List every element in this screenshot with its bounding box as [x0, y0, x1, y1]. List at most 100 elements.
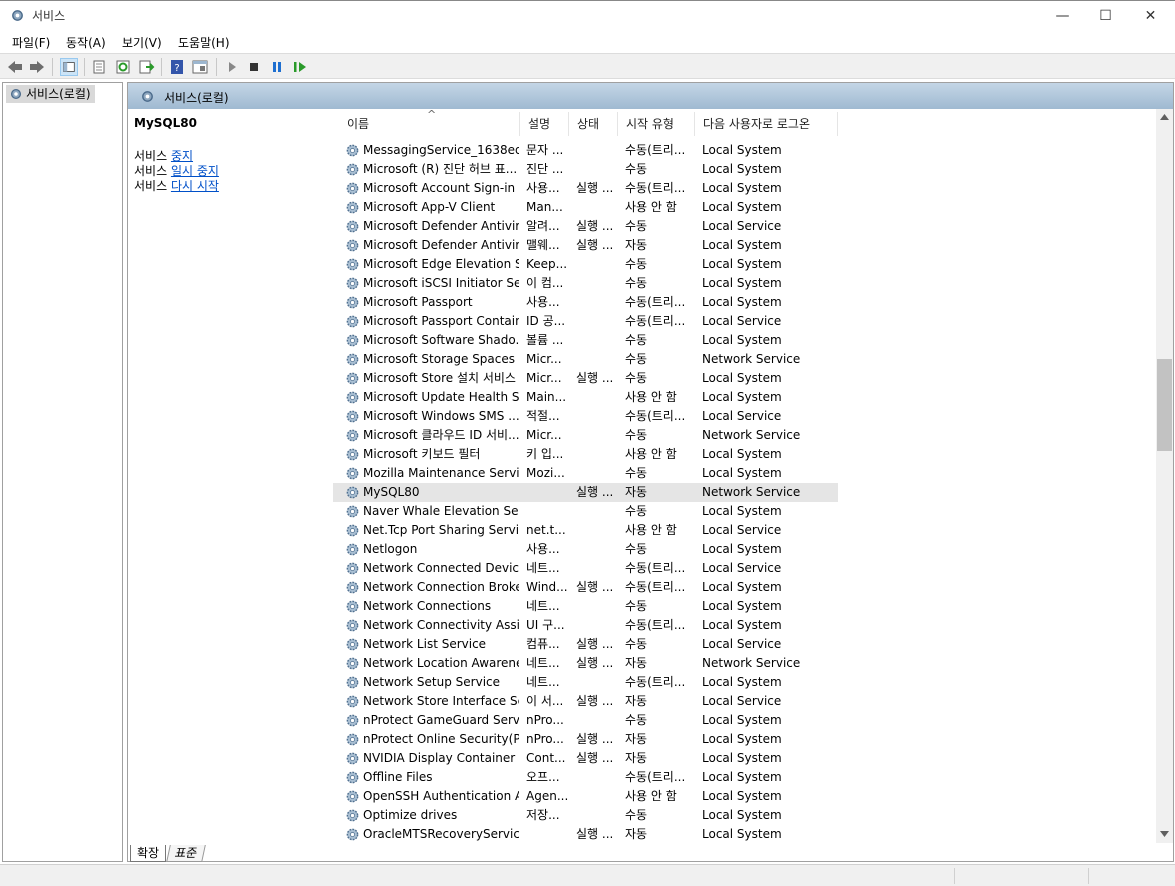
show-hide-console-tree-icon[interactable]: [60, 58, 78, 76]
table-row[interactable]: OpenSSH Authentication A... Agen... 사용 안 함…: [333, 787, 838, 806]
cell-log-on-as: Local System: [702, 770, 782, 784]
table-row[interactable]: Network Connection Broker Wind... 실행 ... 수동…: [333, 578, 838, 597]
table-row[interactable]: Microsoft Update Health S... Main... 사용 안 …: [333, 388, 838, 407]
table-row[interactable]: Network Location Awareness 네트... 실행 ... 자동 N…: [333, 654, 838, 673]
cell-startup-type: 자동: [625, 656, 648, 670]
service-gear-icon: [346, 315, 359, 328]
table-row[interactable]: Network Connected Device... 네트... 수동(트리...…: [333, 559, 838, 578]
table-row[interactable]: Microsoft Passport 사용... 수동(트리... Local Sys…: [333, 293, 838, 312]
column-header-name[interactable]: 이름 ^: [339, 109, 520, 136]
table-row[interactable]: Optimize drives 저장... 수동 Local System: [333, 806, 838, 825]
table-row[interactable]: Microsoft Account Sign-in ... 사용... 실행 ...…: [333, 179, 838, 198]
table-row[interactable]: Network Store Interface Se... 이 서... 실행 ..…: [333, 692, 838, 711]
table-row[interactable]: MySQL80 실행 ... 자동 Network Service: [333, 483, 838, 502]
restart-service-icon[interactable]: [291, 58, 309, 76]
cell-name: MySQL80: [363, 485, 420, 499]
cell-name: Microsoft Defender Antivir...: [363, 219, 519, 233]
cell-startup-type: 자동: [625, 238, 648, 252]
stop-service-icon[interactable]: [245, 58, 263, 76]
restart-link[interactable]: 다시 시작: [171, 179, 219, 193]
table-row[interactable]: Net.Tcp Port Sharing Service net.t... 사용 안…: [333, 521, 838, 540]
column-header-label: 이름: [347, 117, 370, 131]
cell-log-on-as: Local System: [702, 580, 782, 594]
cell-log-on-as: Local System: [702, 713, 782, 727]
cell-log-on-as: Network Service: [702, 352, 801, 366]
cell-name: Naver Whale Elevation Serv...: [363, 504, 519, 518]
table-row[interactable]: Microsoft Store 설치 서비스 Micr... 실행 ... 수동 Loc…: [333, 369, 838, 388]
table-row[interactable]: nProtect GameGuard Service nPro... 수동 Local…: [333, 711, 838, 730]
status-bar-separator: [954, 868, 955, 884]
table-row[interactable]: nProtect Online Security(P... nPro... 실행 .…: [333, 730, 838, 749]
menu-help[interactable]: 도움말(H): [178, 34, 230, 51]
cell-name: Optimize drives: [363, 808, 458, 822]
table-row[interactable]: Microsoft 클라우드 ID 서비... Micr... 수동 Network …: [333, 426, 838, 445]
cell-name: Network Connectivity Assis...: [363, 618, 519, 632]
scroll-up-arrow-icon[interactable]: [1160, 114, 1169, 120]
column-header-startup-type[interactable]: 시작 유형: [618, 112, 695, 136]
refresh-icon[interactable]: [114, 58, 132, 76]
cell-startup-type: 사용 안 함: [625, 447, 677, 461]
table-row[interactable]: MessagingService_1638eddf 문자 ... 수동(트리... L…: [333, 141, 838, 160]
service-gear-icon: [346, 201, 359, 214]
column-header-status[interactable]: 상태: [569, 112, 618, 136]
table-row[interactable]: Microsoft Passport Container ID 공... 수동(트리…: [333, 312, 838, 331]
tab-standard[interactable]: 표준: [166, 845, 206, 862]
cell-startup-type: 자동: [625, 694, 648, 708]
table-row[interactable]: Microsoft Edge Elevation S... Keep... 수동 Lo…: [333, 255, 838, 274]
forward-arrow-icon[interactable]: [28, 58, 46, 76]
table-row[interactable]: Microsoft Software Shado... 볼륨 ... 수동 Local…: [333, 331, 838, 350]
cell-log-on-as: Local System: [702, 618, 782, 632]
scroll-down-arrow-icon[interactable]: [1160, 831, 1169, 837]
cell-name: MessagingService_1638eddf: [363, 143, 519, 157]
detail-prefix: 서비스: [134, 179, 171, 193]
stop-link[interactable]: 중지: [171, 149, 193, 163]
table-row[interactable]: Network Setup Service 네트... 수동(트리... Local …: [333, 673, 838, 692]
table-row[interactable]: Network Connections 네트... 수동 Local System: [333, 597, 838, 616]
pause-link[interactable]: 일시 중지: [171, 164, 219, 178]
vertical-scrollbar[interactable]: [1156, 109, 1173, 843]
cell-log-on-as: Local System: [702, 143, 782, 157]
table-row[interactable]: Network List Service 컴퓨... 실행 ... 수동 Local S…: [333, 635, 838, 654]
menu-action[interactable]: 동작(A): [66, 34, 106, 51]
table-row[interactable]: Microsoft iSCSI Initiator Se... 이 컴... 수동 L…: [333, 274, 838, 293]
help-icon[interactable]: ?: [168, 58, 186, 76]
column-header-description[interactable]: 설명: [520, 112, 569, 136]
table-row[interactable]: Microsoft Windows SMS ... 적절... 수동(트리... Lo…: [333, 407, 838, 426]
table-row[interactable]: Microsoft Defender Antivir... 알려... 실행 ...…: [333, 217, 838, 236]
table-row[interactable]: Mozilla Maintenance Service Mozi... 수동 Loca…: [333, 464, 838, 483]
menu-view[interactable]: 보기(V): [122, 34, 162, 51]
service-gear-icon: [346, 600, 359, 613]
table-row[interactable]: Microsoft (R) 진단 허브 표... 진단 ... 수동 Local Sy…: [333, 160, 838, 179]
start-service-icon[interactable]: [223, 58, 241, 76]
minimize-button[interactable]: —: [1040, 1, 1085, 31]
menu-bar: 파일(F) 동작(A) 보기(V) 도움말(H): [0, 30, 1175, 52]
table-row[interactable]: Offline Files 오프... 수동(트리... Local System: [333, 768, 838, 787]
cell-status: 실행 ...: [576, 580, 614, 594]
menu-file[interactable]: 파일(F): [12, 34, 50, 51]
scrollbar-thumb[interactable]: [1157, 359, 1172, 451]
properties-icon[interactable]: [90, 58, 108, 76]
service-gear-icon: [346, 486, 359, 499]
table-row[interactable]: Microsoft App-V Client Man... 사용 안 함 Local …: [333, 198, 838, 217]
table-row[interactable]: NVIDIA Display Container LS Cont... 실행 ...…: [333, 749, 838, 768]
export-list-icon[interactable]: [137, 58, 155, 76]
tree-item-label: 서비스(로컬): [26, 87, 91, 101]
table-row[interactable]: Microsoft Defender Antivir... 맬웨... 실행 ...…: [333, 236, 838, 255]
tree-item-services-local[interactable]: 서비스(로컬): [6, 85, 95, 103]
table-row[interactable]: OracleMTSRecoveryService 실행 ... 자동 Local Sy…: [333, 825, 838, 843]
cell-description: Cont...: [526, 751, 566, 765]
close-button[interactable]: ✕: [1128, 1, 1173, 31]
console-view-icon[interactable]: [191, 58, 209, 76]
table-row[interactable]: Netlogon 사용... 수동 Local System: [333, 540, 838, 559]
pause-service-icon[interactable]: [268, 58, 286, 76]
column-header-log-on-as[interactable]: 다음 사용자로 로그온: [695, 112, 838, 136]
table-row[interactable]: Network Connectivity Assis... UI 구... 수동(트…: [333, 616, 838, 635]
back-arrow-icon[interactable]: [6, 58, 24, 76]
table-row[interactable]: Microsoft 키보드 필터 키 입... 사용 안 함 Local System: [333, 445, 838, 464]
maximize-button[interactable]: ☐: [1083, 1, 1128, 31]
tab-extended[interactable]: 확장: [130, 845, 167, 862]
cell-startup-type: 자동: [625, 485, 648, 499]
cell-description: 알려...: [526, 219, 560, 233]
table-row[interactable]: Naver Whale Elevation Serv... 수동 Local Sys…: [333, 502, 838, 521]
table-row[interactable]: Microsoft Storage Spaces ... Micr... 수동 Net…: [333, 350, 838, 369]
